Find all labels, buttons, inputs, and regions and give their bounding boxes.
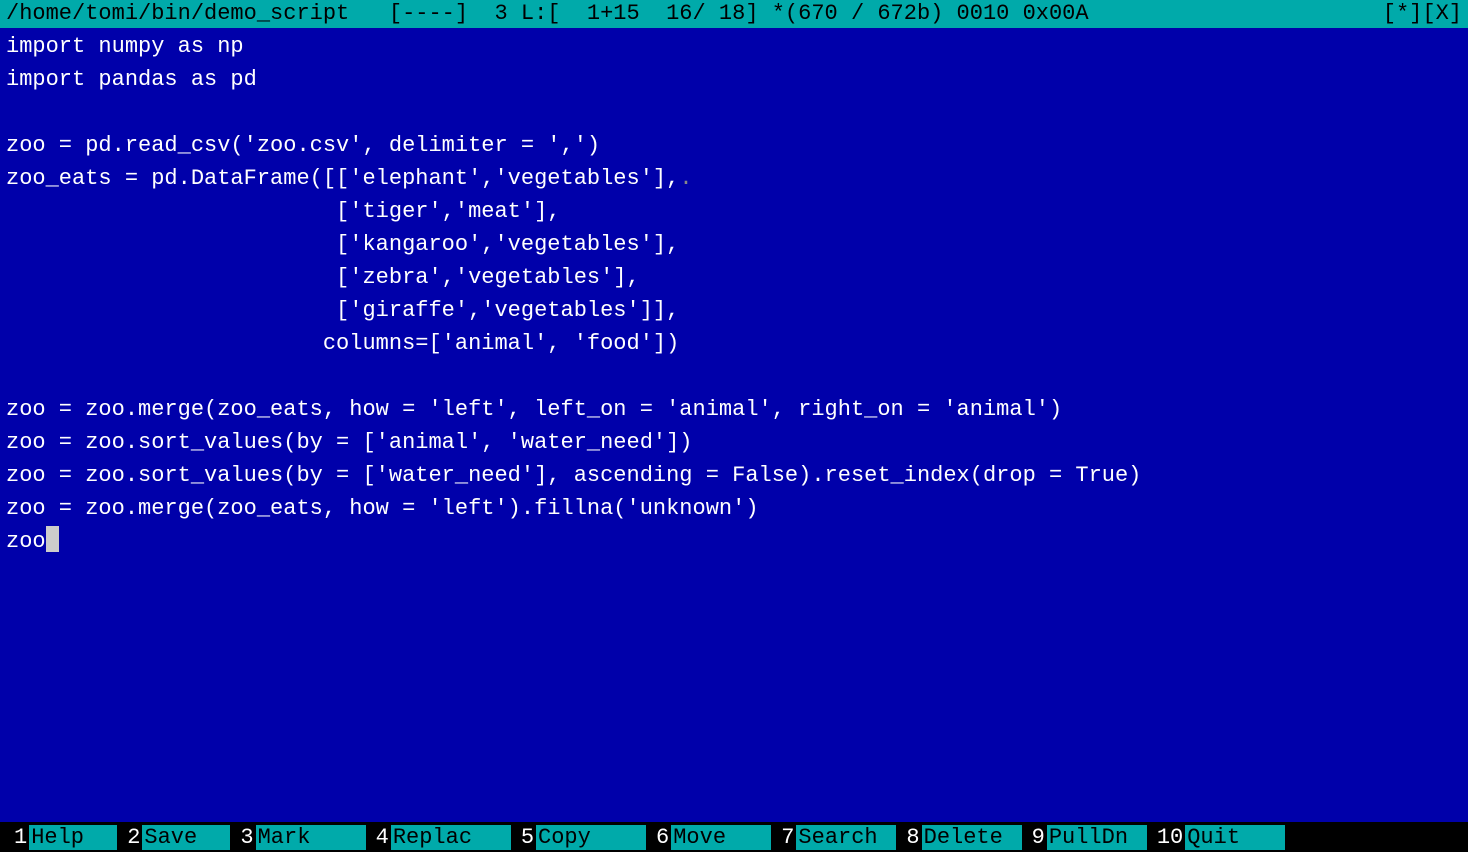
fn-key-delete[interactable]: 8Delete	[904, 825, 1021, 850]
code-line[interactable]	[6, 360, 1462, 393]
code-line[interactable]: columns=['animal', 'food'])	[6, 327, 1462, 360]
code-line[interactable]: ['kangaroo','vegetables'],	[6, 228, 1462, 261]
code-line[interactable]: ['tiger','meat'],	[6, 195, 1462, 228]
fn-key-save[interactable]: 2Save	[125, 825, 230, 850]
fn-number: 6	[654, 825, 671, 850]
fn-label: Search	[796, 825, 896, 850]
fn-key-pulldn[interactable]: 9PullDn	[1030, 825, 1147, 850]
fn-label: PullDn	[1047, 825, 1147, 850]
fn-number: 5	[519, 825, 536, 850]
text-cursor	[46, 526, 59, 552]
titlebar: /home/tomi/bin/demo_script [----] 3 L:[ …	[0, 0, 1468, 28]
code-line[interactable]: zoo	[6, 525, 1462, 558]
fn-label: Replac	[391, 825, 511, 850]
eol-marker: .	[679, 166, 692, 191]
fn-label: Help	[29, 825, 117, 850]
fn-label: Mark	[256, 825, 366, 850]
fn-number: 2	[125, 825, 142, 850]
fn-key-mark[interactable]: 3Mark	[238, 825, 365, 850]
fn-key-quit[interactable]: 10Quit	[1155, 825, 1285, 850]
fn-key-copy[interactable]: 5Copy	[519, 825, 646, 850]
fn-number: 7	[779, 825, 796, 850]
fn-number: 3	[238, 825, 255, 850]
code-line[interactable]	[6, 96, 1462, 129]
fn-number: 8	[904, 825, 921, 850]
fn-key-replac[interactable]: 4Replac	[374, 825, 511, 850]
fn-number: 4	[374, 825, 391, 850]
fn-key-search[interactable]: 7Search	[779, 825, 896, 850]
code-line[interactable]: import pandas as pd	[6, 63, 1462, 96]
fn-label: Save	[142, 825, 230, 850]
function-key-bar: 1Help 2Save 3Mark 4Replac 5Copy 6Move 7Search 8…	[0, 822, 1468, 852]
fn-key-help[interactable]: 1Help	[12, 825, 117, 850]
code-line[interactable]: zoo = pd.read_csv('zoo.csv', delimiter =…	[6, 129, 1462, 162]
fn-key-move[interactable]: 6Move	[654, 825, 771, 850]
fn-number: 10	[1155, 825, 1185, 850]
file-path-status: /home/tomi/bin/demo_script [----] 3 L:[ …	[6, 0, 1089, 28]
code-line[interactable]: ['zebra','vegetables'],	[6, 261, 1462, 294]
fn-number: 9	[1030, 825, 1047, 850]
code-line[interactable]: zoo = zoo.merge(zoo_eats, how = 'left').…	[6, 492, 1462, 525]
code-line[interactable]: zoo = zoo.merge(zoo_eats, how = 'left', …	[6, 393, 1462, 426]
code-line[interactable]: zoo = zoo.sort_values(by = ['water_need'…	[6, 459, 1462, 492]
fn-label: Copy	[536, 825, 646, 850]
fn-label: Quit	[1185, 825, 1285, 850]
titlebar-buttons[interactable]: [*][X]	[1383, 0, 1462, 28]
code-line[interactable]: zoo_eats = pd.DataFrame([['elephant','ve…	[6, 162, 1462, 195]
code-line[interactable]: ['giraffe','vegetables']],	[6, 294, 1462, 327]
fn-label: Delete	[922, 825, 1022, 850]
fn-number: 1	[12, 825, 29, 850]
fn-label: Move	[671, 825, 771, 850]
code-line[interactable]: zoo = zoo.sort_values(by = ['animal', 'w…	[6, 426, 1462, 459]
code-line[interactable]: import numpy as np	[6, 30, 1462, 63]
editor-area[interactable]: import numpy as npimport pandas as pd zo…	[0, 28, 1468, 560]
